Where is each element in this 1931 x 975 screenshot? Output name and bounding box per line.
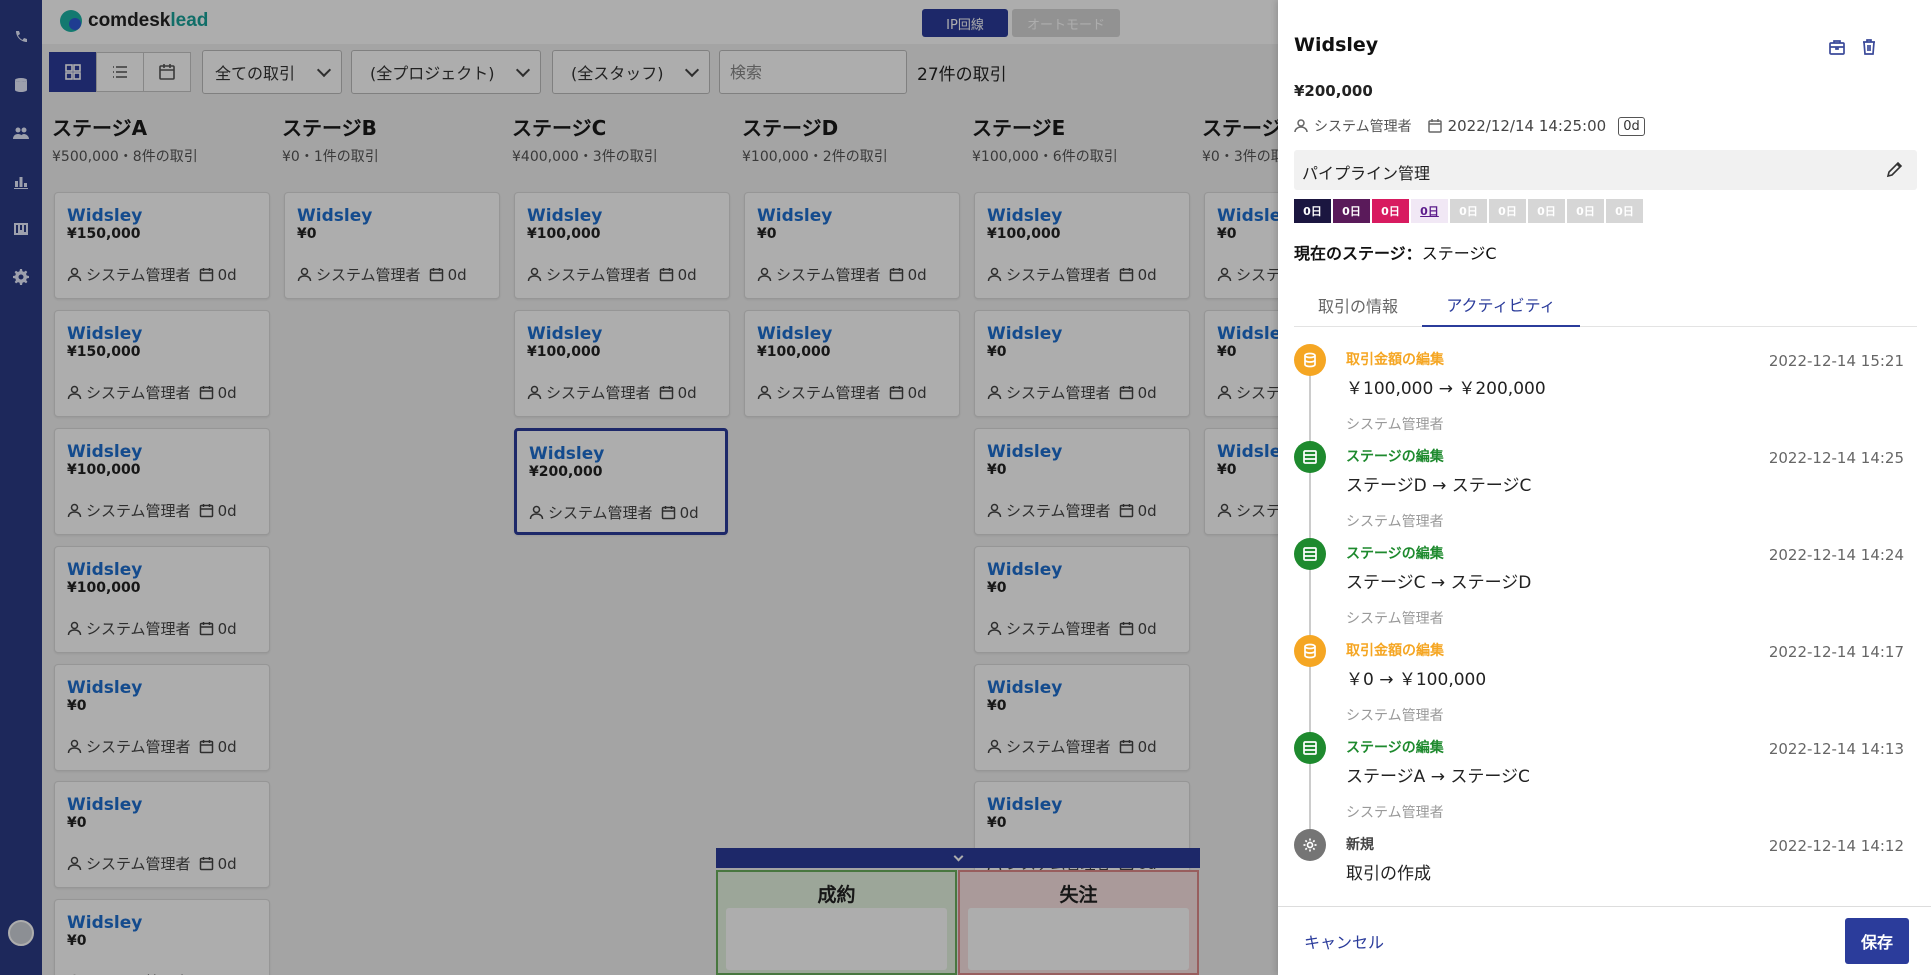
stage-segment[interactable]: 0日 [1450,199,1487,223]
pipeline-select[interactable]: パイプライン管理 [1294,150,1917,190]
stage-progress: 0日 0日 0日 0日 0日 0日 0日 0日 0日 [1294,199,1643,223]
archive-icon[interactable] [1828,38,1848,58]
deal-title: Widsley [1294,34,1379,56]
current-stage-label: 現在のステージ： [1294,244,1422,263]
stage-segment[interactable]: 0日 [1294,199,1331,223]
activity-change: ￥0 → ￥100,000 [1346,670,1487,690]
stage-segment[interactable]: 0日 [1411,199,1448,223]
activity-type: 取引金額の編集 [1346,643,1444,659]
activity-type: 新規 [1346,837,1374,853]
activity-item: ステージの編集 2022-12-14 14:25 ステージD → ステージC システム… [1294,437,1904,534]
modal-backdrop[interactable] [0,0,1278,975]
activity-change: ステージA → ステージC [1346,767,1530,787]
deal-datetime: 2022/12/14 14:25:00 [1427,117,1607,135]
activity-type: 取引金額の編集 [1346,352,1444,368]
activity-change: ステージD → ステージC [1346,476,1532,496]
activity-type: ステージの編集 [1346,449,1444,465]
deal-detail-panel: Widsley ¥200,000 システム管理者 2022/12/14 14:2… [1278,0,1931,975]
database-icon [1294,344,1326,376]
tab-deal-info[interactable]: 取引の情報 [1294,282,1422,327]
activity-time: 2022-12-14 14:17 [1768,643,1904,661]
activity-user: システム管理者 [1346,708,1444,724]
save-button[interactable]: 保存 [1845,918,1909,964]
activity-change: ステージC → ステージD [1346,573,1532,593]
activity-item: ステージの編集 2022-12-14 14:13 ステージA → ステージC システム… [1294,728,1904,825]
database-icon [1294,635,1326,667]
activity-time: 2022-12-14 15:21 [1768,352,1904,370]
stage-segment[interactable]: 0日 [1528,199,1565,223]
activity-time: 2022-12-14 14:13 [1768,740,1904,758]
activity-time: 2022-12-14 14:24 [1768,546,1904,564]
activity-user: システム管理者 [1346,611,1444,627]
pencil-icon[interactable] [1886,161,1903,178]
list-icon [1294,732,1326,764]
activity-type: ステージの編集 [1346,546,1444,562]
activity-type: ステージの編集 [1346,740,1444,756]
stage-segment[interactable]: 0日 [1489,199,1526,223]
activity-time: 2022-12-14 14:25 [1768,449,1904,467]
activity-item: 取引金額の編集 2022-12-14 14:17 ￥0 → ￥100,000 システム… [1294,631,1904,728]
activity-change: ￥100,000 → ￥200,000 [1346,379,1546,399]
list-icon [1294,538,1326,570]
current-stage-value: ステージC [1421,244,1497,263]
stage-segment[interactable]: 0日 [1567,199,1604,223]
list-icon [1294,441,1326,473]
activity-timeline: 取引金額の編集 2022-12-14 15:21 ￥100,000 → ￥200,0… [1294,340,1917,900]
current-stage: 現在のステージ：ステージC [1294,240,1497,264]
activity-user: システム管理者 [1346,514,1444,530]
stage-segment[interactable]: 0日 [1333,199,1370,223]
panel-footer: キャンセル 保存 [1278,906,1931,975]
deal-meta: システム管理者 2022/12/14 14:25:00 0d [1294,116,1645,136]
gear-icon [1294,829,1326,861]
activity-item: ステージの編集 2022-12-14 14:24 ステージC → ステージD システム… [1294,534,1904,631]
activity-item: 取引金額の編集 2022-12-14 15:21 ￥100,000 → ￥200,0… [1294,340,1904,437]
activity-time: 2022-12-14 14:12 [1768,837,1904,855]
deal-owner: システム管理者 [1314,119,1412,135]
pipeline-value: パイプライン管理 [1302,164,1431,183]
tab-activity[interactable]: アクティビティ [1422,282,1580,327]
activity-change: 取引の作成 [1346,864,1431,884]
stage-segment[interactable]: 0日 [1372,199,1409,223]
calendar-icon [1427,119,1442,133]
cancel-button[interactable]: キャンセル [1304,929,1384,953]
user-icon [1294,119,1308,133]
deal-datetime-value: 2022/12/14 14:25:00 [1447,117,1607,135]
trash-icon[interactable] [1860,38,1880,58]
detail-tabs: 取引の情報 アクティビティ [1294,282,1917,327]
deal-amount: ¥200,000 [1294,82,1373,100]
activity-user: システム管理者 [1346,417,1444,433]
activity-user: システム管理者 [1346,805,1444,821]
days-badge: 0d [1618,116,1645,136]
stage-segment[interactable]: 0日 [1606,199,1643,223]
